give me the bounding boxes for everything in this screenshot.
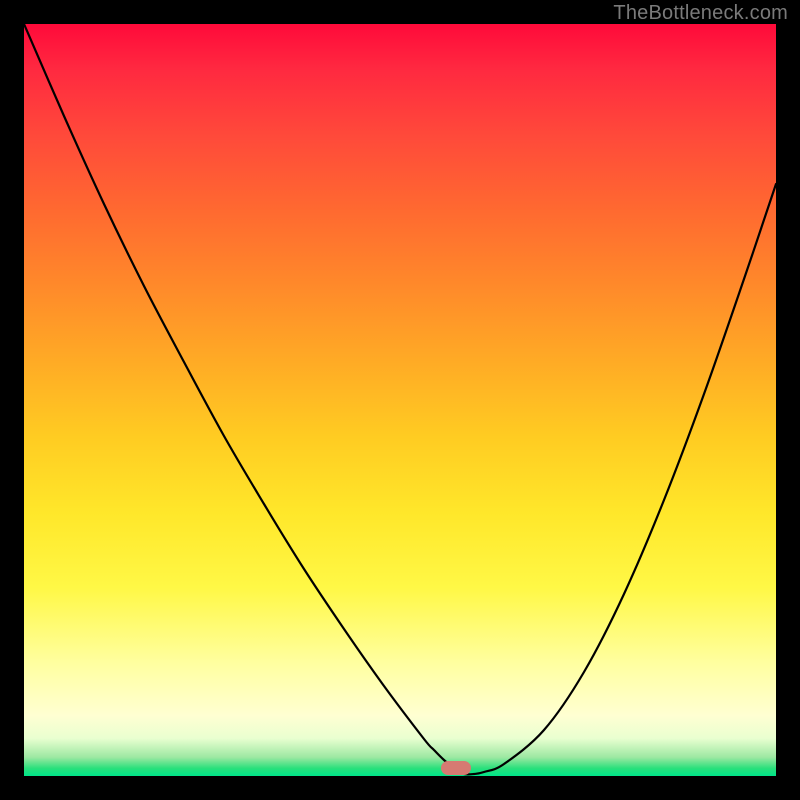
optimal-point-marker: [441, 761, 471, 775]
watermark-text: TheBottleneck.com: [613, 2, 788, 25]
bottleneck-curve: [24, 24, 776, 776]
chart-frame: TheBottleneck.com: [0, 0, 800, 800]
plot-area: [24, 24, 776, 776]
